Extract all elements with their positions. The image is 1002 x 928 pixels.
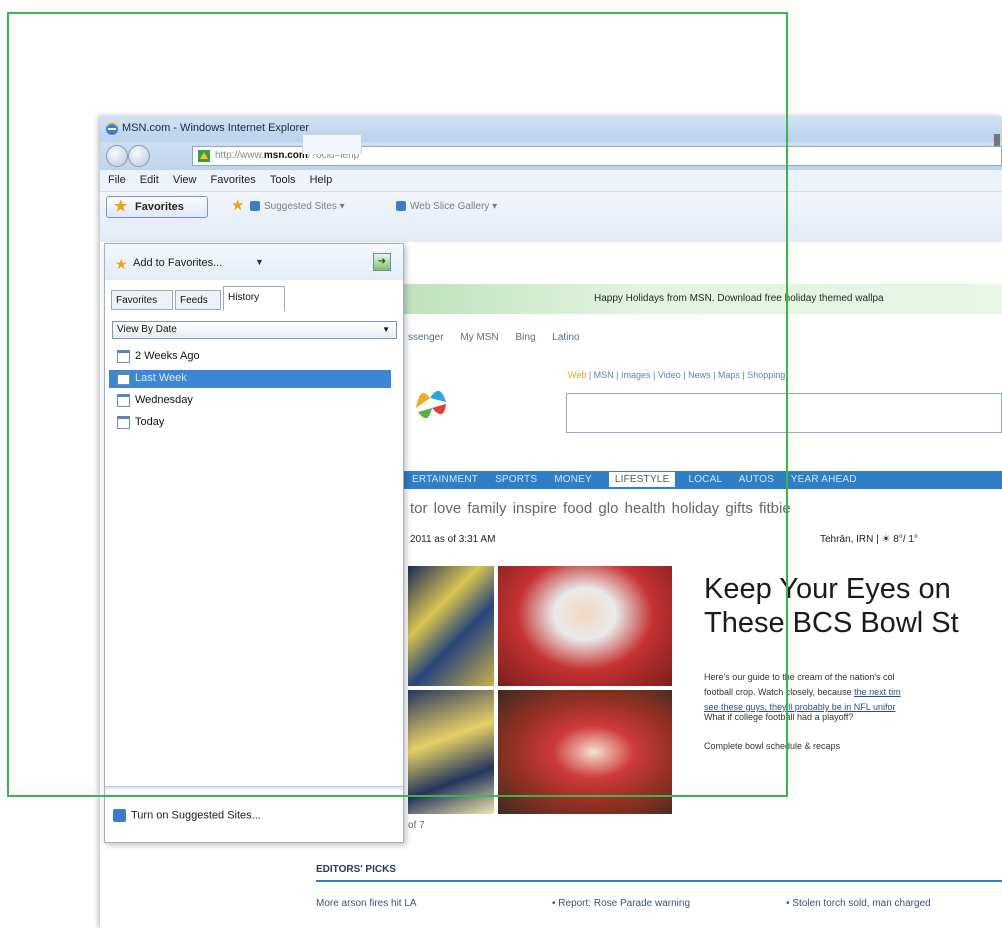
screenshot-stage: MSN.com - Windows Internet Explorer http… bbox=[0, 0, 1002, 928]
topnav-my-msn[interactable]: My MSN bbox=[460, 332, 498, 343]
menu-favorites[interactable]: Favorites bbox=[211, 174, 256, 186]
channel-bar: ERTAINMENT SPORTS MONEY LIFESTYLE LOCAL … bbox=[404, 471, 1002, 489]
story-line: Here's our guide to the cream of the nat… bbox=[704, 672, 895, 682]
editors-picks-heading: EDITORS' PICKS bbox=[316, 864, 396, 875]
chevron-down-icon: ▼ bbox=[382, 325, 390, 334]
favorites-button-label: Favorites bbox=[135, 201, 184, 213]
holiday-banner[interactable]: Happy Holidays from MSN. Download free h… bbox=[404, 284, 1002, 314]
topnav-messenger[interactable]: ssenger bbox=[408, 332, 444, 343]
calendar-icon bbox=[117, 372, 130, 385]
menu-bar: File Edit View Favorites Tools Help bbox=[100, 170, 1002, 192]
story-photo[interactable] bbox=[498, 690, 672, 814]
panel-divider bbox=[105, 786, 403, 790]
page-tools-icon[interactable] bbox=[994, 134, 1000, 146]
suggested-sites-link[interactable]: Suggested Sites ▾ bbox=[250, 201, 345, 212]
history-item-2-weeks-ago[interactable]: 2 Weeks Ago bbox=[117, 348, 387, 366]
story-headline[interactable]: Keep Your Eyes on These BCS Bowl St bbox=[704, 572, 959, 640]
address-prefix: http://www. bbox=[215, 150, 264, 161]
web-slice-gallery-link[interactable]: Web Slice Gallery ▾ bbox=[396, 201, 497, 212]
menu-tools[interactable]: Tools bbox=[270, 174, 296, 186]
tab-feeds[interactable]: Feeds bbox=[175, 290, 221, 310]
playoff-link[interactable]: What if college football had a playoff? bbox=[704, 712, 853, 722]
star-icon: ★ bbox=[114, 198, 128, 215]
story-link[interactable]: the next tim bbox=[854, 687, 901, 697]
history-item-label: Last Week bbox=[135, 372, 187, 384]
favorites-button[interactable]: ★ Favorites bbox=[106, 196, 208, 218]
tab-history[interactable]: History bbox=[223, 286, 285, 311]
story-photo[interactable] bbox=[408, 690, 494, 814]
weather-readout[interactable]: Tehrān, IRN | ☀ 8°/ 1° bbox=[820, 534, 918, 545]
tab-favorites[interactable]: Favorites bbox=[111, 290, 173, 310]
search-tabs: Web | MSN | Images | Video | News | Maps… bbox=[568, 370, 785, 380]
ie-logo-icon bbox=[106, 122, 119, 135]
suggested-sites-icon bbox=[250, 201, 260, 212]
msn-favicon-icon bbox=[198, 150, 210, 162]
suggested-sites-label: Suggested Sites ▾ bbox=[264, 201, 345, 212]
menu-view[interactable]: View bbox=[173, 174, 197, 186]
menu-file[interactable]: File bbox=[108, 174, 126, 186]
history-list: 2 Weeks Ago Last Week Wednesday Today bbox=[109, 348, 391, 436]
calendar-icon bbox=[117, 416, 130, 429]
topnav-bing[interactable]: Bing bbox=[515, 332, 535, 343]
bowl-schedule-link[interactable]: Complete bowl schedule & recaps bbox=[704, 741, 840, 751]
web-slice-gallery-label: Web Slice Gallery ▾ bbox=[410, 201, 498, 212]
history-item-label: Today bbox=[135, 416, 165, 428]
history-item-today[interactable]: Today bbox=[117, 414, 387, 432]
pick-link[interactable]: • Stolen torch sold, man charged bbox=[786, 898, 931, 909]
channel-sports[interactable]: SPORTS bbox=[495, 474, 537, 485]
turn-on-suggested-sites-button[interactable]: Turn on Suggested Sites... bbox=[113, 809, 261, 822]
search-tab-web[interactable]: Web bbox=[568, 370, 586, 380]
history-item-last-week[interactable]: Last Week bbox=[109, 370, 391, 388]
favorites-center-panel: ★ Add to Favorites... ▼ ➜ Favorites Feed… bbox=[104, 243, 404, 843]
msn-top-nav: ssenger My MSN Bing Latino bbox=[408, 332, 594, 343]
turn-on-suggested-label: Turn on Suggested Sites... bbox=[131, 809, 261, 822]
pick-link[interactable]: • Report: Rose Parade warning bbox=[552, 898, 690, 909]
story-line-text: football crop. Watch closely, because bbox=[704, 687, 855, 697]
msn-butterfly-logo-icon bbox=[416, 390, 446, 419]
history-item-label: Wednesday bbox=[135, 394, 193, 406]
panel-header: ★ Add to Favorites... ▼ ➜ bbox=[105, 244, 403, 280]
history-view-select-value: View By Date bbox=[117, 324, 177, 335]
forward-button[interactable] bbox=[128, 145, 150, 167]
menu-help[interactable]: Help bbox=[310, 174, 333, 186]
add-favorite-star-icon: ★ bbox=[115, 256, 128, 272]
pin-panel-button[interactable]: ➜ bbox=[373, 253, 391, 271]
search-tab-others[interactable]: | MSN | Images | Video | News | Maps | S… bbox=[586, 370, 785, 380]
story-line: football crop. Watch closely, because th… bbox=[704, 685, 1002, 700]
channel-year-ahead[interactable]: YEAR AHEAD bbox=[791, 474, 857, 485]
chevron-down-icon[interactable]: ▼ bbox=[255, 257, 264, 267]
channel-entertainment[interactable]: ERTAINMENT bbox=[412, 474, 478, 485]
tab-bar bbox=[296, 134, 1002, 154]
channel-money[interactable]: MONEY bbox=[554, 474, 592, 485]
slideshow-counter: of 7 bbox=[408, 820, 425, 831]
favorites-bar: ★ Favorites ★ Suggested Sites ▾ Web Slic… bbox=[100, 192, 1002, 242]
channel-local[interactable]: LOCAL bbox=[688, 474, 722, 485]
browser-tab[interactable] bbox=[302, 134, 362, 154]
story-summary: Here's our guide to the cream of the nat… bbox=[704, 670, 1002, 715]
lifestyle-subnav[interactable]: tor love family inspire food glo health … bbox=[410, 500, 791, 517]
history-item-label: 2 Weeks Ago bbox=[135, 350, 200, 362]
topnav-latino[interactable]: Latino bbox=[552, 332, 579, 343]
date-text: 2011 as of 3:31 AM bbox=[410, 534, 496, 545]
back-button[interactable] bbox=[106, 145, 128, 167]
history-item-wednesday[interactable]: Wednesday bbox=[117, 392, 387, 410]
add-to-favorites-bar-icon[interactable]: ★ bbox=[231, 198, 244, 214]
history-view-select[interactable]: View By Date ▼ bbox=[112, 321, 397, 339]
add-to-favorites-button[interactable]: Add to Favorites... bbox=[133, 257, 222, 269]
suggested-sites-icon bbox=[113, 809, 126, 822]
story-photo[interactable] bbox=[498, 566, 672, 686]
window-title: MSN.com - Windows Internet Explorer bbox=[122, 122, 310, 134]
web-slice-icon bbox=[396, 201, 406, 212]
channel-lifestyle[interactable]: LIFESTYLE bbox=[608, 472, 676, 487]
pick-link[interactable]: More arson fires hit LA bbox=[316, 898, 417, 909]
divider bbox=[316, 880, 1002, 882]
calendar-icon bbox=[117, 350, 130, 363]
calendar-icon bbox=[117, 394, 130, 407]
channel-autos[interactable]: AUTOS bbox=[739, 474, 774, 485]
msn-search-input[interactable] bbox=[566, 393, 1002, 433]
menu-edit[interactable]: Edit bbox=[140, 174, 159, 186]
story-photo[interactable] bbox=[408, 566, 494, 686]
